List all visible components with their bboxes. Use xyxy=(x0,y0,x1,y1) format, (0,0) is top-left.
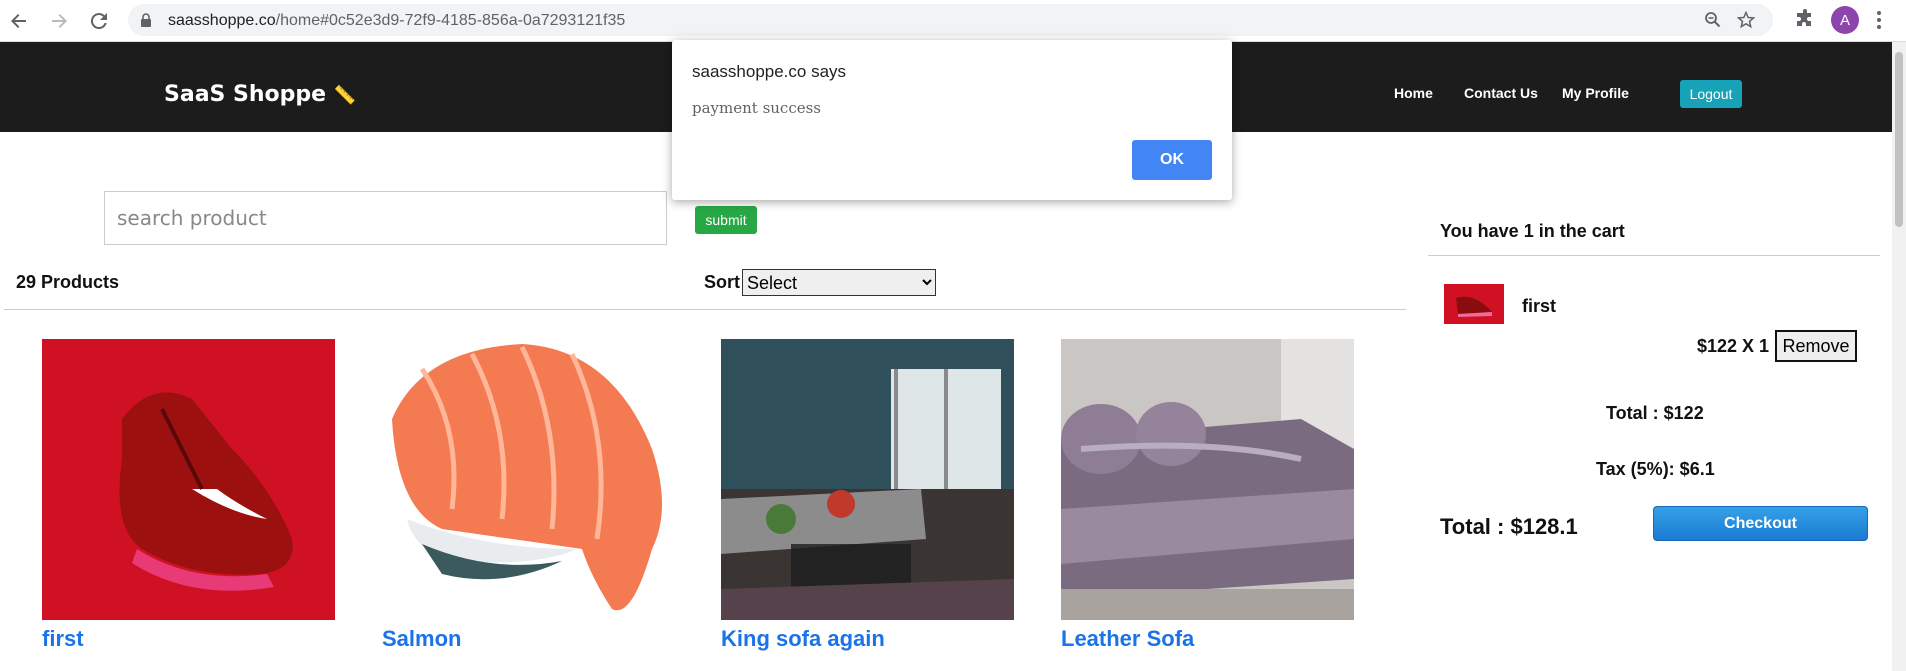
nav-home-link[interactable]: Home xyxy=(1394,85,1433,101)
logout-button[interactable]: Logout xyxy=(1680,80,1742,108)
product-count: 29 Products xyxy=(16,272,120,292)
reload-icon[interactable] xyxy=(86,8,112,34)
cart-item-name: first xyxy=(1522,296,1557,316)
brand-logo[interactable]: SaaS Shoppe 📏 xyxy=(164,82,356,107)
extensions-icon[interactable] xyxy=(1795,9,1815,34)
remove-button[interactable]: Remove xyxy=(1775,330,1857,362)
product-card[interactable]: King sofa again xyxy=(721,339,1014,652)
product-card[interactable]: Leather Sofa xyxy=(1061,339,1354,652)
product-card[interactable]: first xyxy=(42,339,335,652)
product-name[interactable]: King sofa again xyxy=(721,626,1014,652)
cart-item-price: $122 X 1 xyxy=(1697,336,1770,356)
browser-toolbar: saasshoppe.co/home#0c52e3d9-72f9-4185-85… xyxy=(0,0,1906,42)
cart-tax: Tax (5%): $6.1 xyxy=(1596,459,1715,479)
avatar[interactable]: A xyxy=(1831,6,1859,34)
product-name[interactable]: first xyxy=(42,626,335,652)
cart-subtotal: Total : $122 xyxy=(1606,403,1704,423)
dialog-title: saasshoppe.co says xyxy=(692,62,847,81)
product-image[interactable] xyxy=(382,339,675,620)
product-name[interactable]: Salmon xyxy=(382,626,675,652)
page-scrollbar[interactable] xyxy=(1892,42,1906,671)
divider xyxy=(4,309,1406,310)
zoom-icon[interactable] xyxy=(1703,10,1723,30)
divider xyxy=(1428,255,1880,256)
sort-label: Sort xyxy=(704,272,740,292)
receipt-icon: 📏 xyxy=(333,85,357,106)
product-card[interactable]: Salmon xyxy=(382,339,675,652)
ok-button[interactable]: OK xyxy=(1132,140,1212,180)
sort-select[interactable]: Select xyxy=(742,269,936,296)
product-image[interactable] xyxy=(1061,339,1354,620)
menu-icon[interactable] xyxy=(1876,10,1882,35)
scroll-thumb[interactable] xyxy=(1895,52,1903,227)
search-input[interactable] xyxy=(104,191,667,245)
cart-item-image xyxy=(1444,284,1504,324)
nav-profile-link[interactable]: My Profile xyxy=(1562,85,1629,101)
product-image[interactable] xyxy=(42,339,335,620)
nav-contact-link[interactable]: Contact Us xyxy=(1464,85,1538,101)
product-image[interactable] xyxy=(721,339,1014,620)
dialog-message: payment success xyxy=(692,99,822,117)
lock-icon xyxy=(140,13,152,32)
cart-grand-total: Total : $128.1 xyxy=(1440,514,1578,539)
checkout-button[interactable]: Checkout xyxy=(1653,506,1868,541)
product-name[interactable]: Leather Sofa xyxy=(1061,626,1354,652)
alert-dialog: saasshoppe.co says payment success OK xyxy=(672,40,1232,200)
back-icon[interactable] xyxy=(6,8,32,34)
cart-title: You have 1 in the cart xyxy=(1440,221,1625,241)
forward-icon[interactable] xyxy=(46,8,72,34)
address-bar[interactable]: saasshoppe.co/home#0c52e3d9-72f9-4185-85… xyxy=(128,4,1773,36)
star-icon[interactable] xyxy=(1736,10,1756,30)
url-text: saasshoppe.co/home#0c52e3d9-72f9-4185-85… xyxy=(168,12,626,29)
submit-button[interactable]: submit xyxy=(695,206,757,234)
